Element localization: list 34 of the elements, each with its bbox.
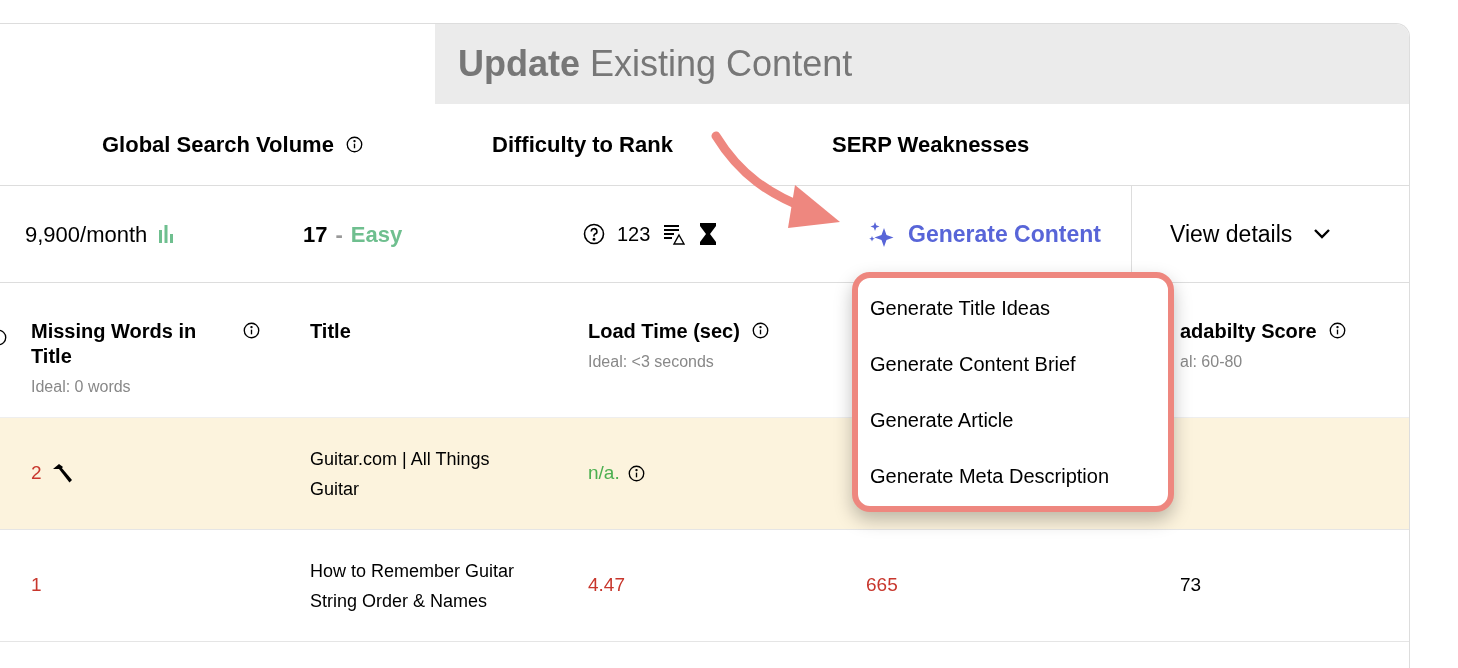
menu-item[interactable]: Generate Content Brief [870, 349, 1076, 379]
ideal-hint: Ideal: <3 seconds [588, 352, 715, 372]
weakness-count: 123 [617, 222, 651, 247]
metric-label: Difficulty to Rank [492, 131, 673, 159]
hourglass-icon[interactable] [698, 222, 719, 246]
menu-item[interactable]: Generate Title Ideas [870, 293, 1051, 323]
ideal-hint: Ideal: 0 words [31, 377, 132, 397]
section-title: Update Existing Content [458, 42, 853, 86]
question-icon[interactable] [583, 223, 605, 245]
difficulty-score: 17 [303, 220, 328, 249]
column-header: Missing Words in Title [31, 319, 198, 369]
table-cell: 665 [866, 574, 898, 596]
readability-score: 73 [1180, 574, 1202, 596]
column-header: Load Time (sec) [588, 319, 740, 344]
menu-item[interactable]: Generate Meta Description [870, 461, 1109, 491]
column-header: Title [310, 319, 351, 344]
separator: - [335, 220, 343, 249]
ideal-hint: al: 60-80 [1180, 352, 1244, 372]
metric-label: SERP Weaknesses [832, 131, 1030, 159]
difficulty-label: Easy [350, 220, 403, 249]
menu-item[interactable]: Generate Article [870, 405, 1014, 435]
sparkle-icon [868, 220, 896, 248]
missing-words-count: 2 [31, 461, 42, 486]
metric-label: Global Search Volume [102, 131, 334, 159]
generate-content-button[interactable]: Generate Content [868, 186, 1131, 282]
chevron-down-icon [1312, 228, 1333, 240]
load-time: 4.47 [588, 573, 625, 598]
document-warning-icon[interactable] [662, 222, 687, 246]
missing-words-count: 1 [31, 573, 42, 598]
title-cell-text: How to Remember Guitar String Order & Names [310, 559, 516, 613]
load-time: n/a. [588, 461, 620, 486]
title-cell-text: Guitar.com | All Things Guitar [310, 447, 491, 501]
column-header: adabilty Score [1180, 319, 1317, 344]
search-volume: 9,900/month [25, 220, 148, 249]
